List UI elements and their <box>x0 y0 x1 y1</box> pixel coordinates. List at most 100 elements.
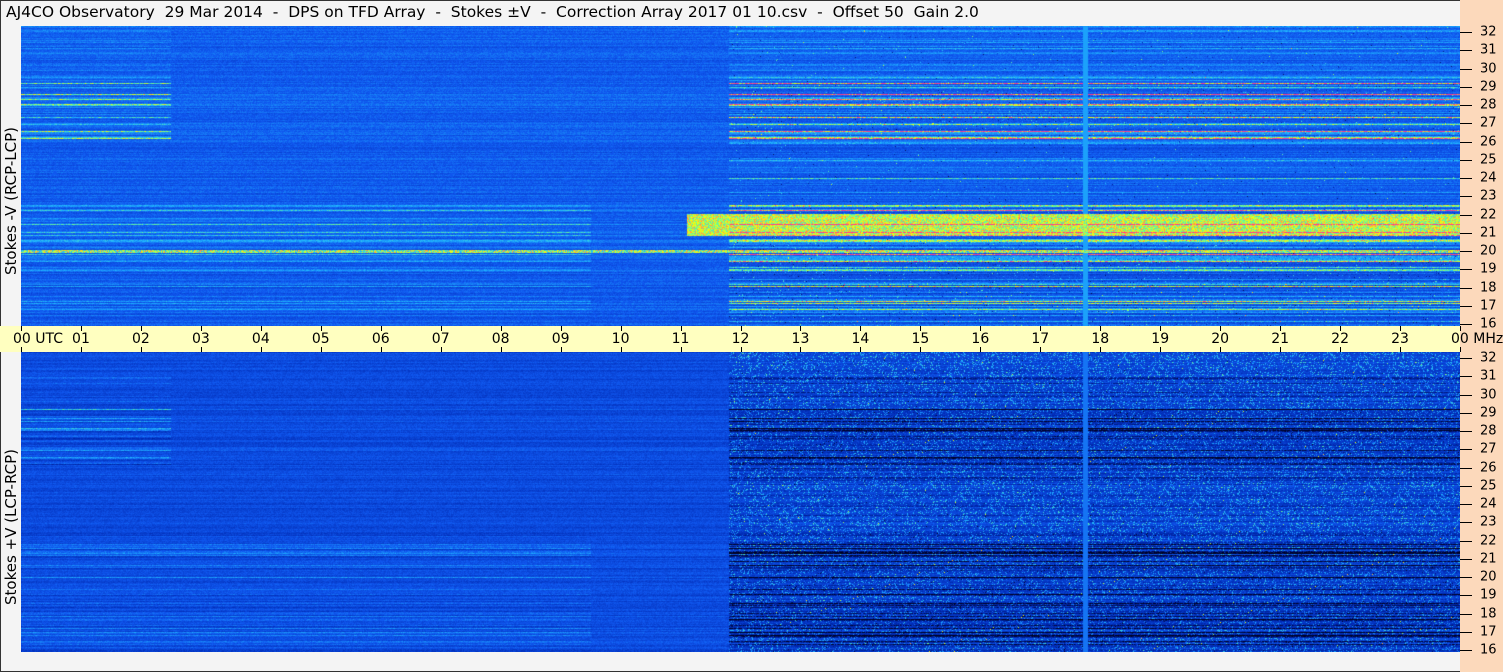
time-tick-label: 05 <box>311 331 330 347</box>
time-tick-label: 09 <box>551 331 570 347</box>
time-tick-label: 11 <box>671 331 690 347</box>
time-tick <box>740 347 742 352</box>
freq-tick <box>1460 467 1472 469</box>
freq-tick-label: 20 <box>1480 243 1497 259</box>
freq-tick <box>1460 86 1472 88</box>
time-tick <box>1160 347 1162 352</box>
time-tick-label: 10 <box>611 331 630 347</box>
freq-tick-label: 28 <box>1480 97 1497 113</box>
freq-tick-label: 29 <box>1480 405 1497 421</box>
freq-tick <box>1460 68 1472 70</box>
time-tick <box>500 347 502 352</box>
time-tick <box>1220 347 1222 352</box>
time-tick <box>620 347 622 352</box>
freq-tick-label: 18 <box>1480 280 1497 295</box>
freq-tick-label: 23 <box>1480 188 1497 204</box>
freq-tick <box>1460 232 1472 234</box>
time-tick-label: 19 <box>1151 331 1170 347</box>
time-tick <box>1280 326 1282 331</box>
time-tick <box>260 347 262 352</box>
time-tick <box>1400 347 1402 352</box>
time-tick <box>500 326 502 331</box>
freq-tick <box>1460 123 1472 125</box>
time-tick <box>1040 326 1042 331</box>
time-tick <box>740 326 742 331</box>
freq-tick <box>1460 358 1472 359</box>
time-tick <box>1400 326 1402 331</box>
freq-tick <box>1460 376 1472 378</box>
time-tick <box>680 347 682 352</box>
freq-tick-label: 26 <box>1480 460 1497 475</box>
time-tick <box>21 326 22 331</box>
freq-tick-label: 32 <box>1480 350 1497 366</box>
freq-tick-label: 17 <box>1480 624 1497 640</box>
spectrogram-top <box>21 26 1460 326</box>
time-tick <box>140 326 142 331</box>
freq-tick-label: 32 <box>1480 24 1497 40</box>
freq-tick-label: 31 <box>1480 368 1497 384</box>
time-tick-label: 13 <box>791 331 810 347</box>
freq-tick-label: 16 <box>1480 316 1497 332</box>
time-tick <box>1100 326 1102 331</box>
time-tick <box>140 347 142 352</box>
panel-label-bottom: Stokes +V (LCP-RCP) <box>2 449 20 605</box>
freq-tick <box>1460 251 1472 252</box>
time-axis <box>0 326 1460 352</box>
time-tick-label: 00 UTC <box>13 331 64 347</box>
time-tick <box>1340 347 1342 352</box>
freq-tick <box>1460 431 1472 432</box>
freq-tick <box>1460 178 1472 179</box>
time-tick-label: 14 <box>851 331 870 347</box>
time-tick-label: 23 <box>1391 331 1409 347</box>
time-tick <box>1160 326 1162 331</box>
time-tick-label: 22 <box>1331 331 1349 347</box>
time-tick-label: 17 <box>1031 331 1050 347</box>
time-tick <box>1220 326 1222 331</box>
time-tick <box>1460 326 1461 331</box>
time-tick <box>1340 326 1342 331</box>
freq-tick-label: 25 <box>1480 478 1497 494</box>
time-tick-label: 20 <box>1211 331 1230 347</box>
freq-tick-label: 26 <box>1480 134 1497 149</box>
time-tick <box>21 347 22 352</box>
freq-tick-label: 22 <box>1480 533 1497 548</box>
time-tick <box>980 326 982 331</box>
freq-tick <box>1460 324 1472 325</box>
time-tick-label: 04 <box>251 331 270 347</box>
time-tick-label: 16 <box>971 331 990 347</box>
freq-tick <box>1460 32 1472 33</box>
time-tick <box>260 326 262 331</box>
freq-tick-label: 20 <box>1480 569 1497 585</box>
time-tick <box>800 347 802 352</box>
time-tick <box>320 326 322 331</box>
freq-tick-label: 30 <box>1480 61 1497 76</box>
time-tick-label: 03 <box>191 331 210 347</box>
time-tick <box>380 347 382 352</box>
freq-tick <box>1460 631 1472 633</box>
freq-tick <box>1460 105 1472 106</box>
chart-title: AJ4CO Observatory 29 Mar 2014 - DPS on T… <box>6 3 979 21</box>
time-tick <box>440 347 442 352</box>
time-tick <box>80 347 82 352</box>
time-tick <box>1280 347 1282 352</box>
freq-tick <box>1460 522 1472 524</box>
freq-tick <box>1460 394 1472 396</box>
freq-tick <box>1460 269 1472 271</box>
freq-tick <box>1460 485 1472 487</box>
freq-tick-label: 24 <box>1480 170 1497 186</box>
time-tick-label: 00 MHz <box>1451 331 1503 347</box>
freq-tick-label: 23 <box>1480 514 1497 530</box>
time-tick <box>560 347 562 352</box>
time-tick <box>320 347 322 352</box>
freq-tick-label: 24 <box>1480 496 1497 512</box>
time-tick <box>980 347 982 352</box>
freq-tick-label: 21 <box>1480 225 1497 241</box>
time-tick <box>560 326 562 331</box>
freq-tick <box>1460 159 1472 161</box>
freq-tick-label: 16 <box>1480 642 1497 658</box>
panel-label-top: Stokes -V (RCP-LCP) <box>2 127 20 275</box>
freq-tick <box>1460 287 1472 289</box>
freq-tick <box>1460 305 1472 307</box>
time-tick <box>380 326 382 331</box>
time-tick <box>860 347 862 352</box>
